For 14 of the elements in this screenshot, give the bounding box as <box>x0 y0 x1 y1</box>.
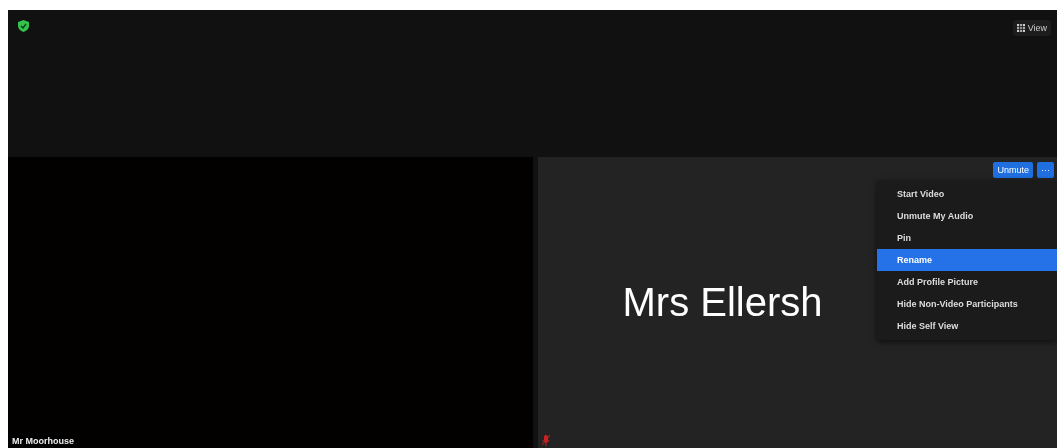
menu-item[interactable]: Unmute My Audio <box>877 205 1057 227</box>
menu-item[interactable]: Rename <box>877 249 1057 271</box>
menu-item[interactable]: Add Profile Picture <box>877 271 1057 293</box>
menu-item[interactable]: Pin <box>877 227 1057 249</box>
menu-item[interactable]: Hide Non-Video Participants <box>877 293 1057 315</box>
more-button[interactable]: ··· <box>1037 162 1054 178</box>
menu-item[interactable]: Hide Self View <box>877 315 1057 337</box>
participant-name: Mrs Ellersh <box>622 280 823 325</box>
shield-icon <box>18 20 29 32</box>
participant-name: Mr Moorhouse <box>10 435 76 447</box>
grid-icon <box>1016 24 1025 32</box>
view-button[interactable]: View <box>1012 20 1051 36</box>
menu-item[interactable]: Start Video <box>877 183 1057 205</box>
unmute-button[interactable]: Unmute <box>993 162 1033 178</box>
